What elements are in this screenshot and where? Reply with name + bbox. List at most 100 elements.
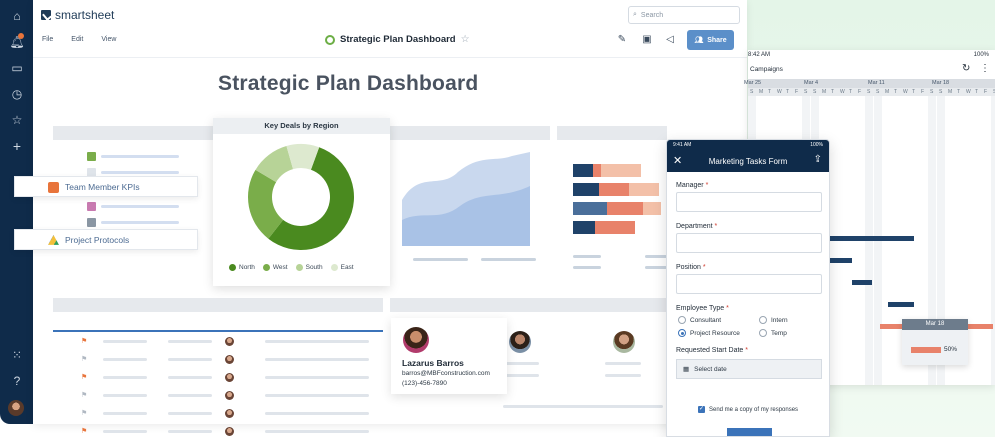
table-cell [333, 394, 369, 397]
department-field[interactable] [676, 233, 822, 253]
chart-legend: North West South East [229, 264, 354, 271]
row-avatar [225, 373, 234, 382]
month-label: Mar 11 [868, 80, 885, 86]
flag-icon[interactable]: ⚑ [81, 391, 87, 399]
close-icon[interactable]: ✕ [673, 154, 682, 167]
contact-email[interactable]: barros@MBFconstruction.com [402, 370, 490, 377]
row-avatar [225, 355, 234, 364]
present-icon[interactable]: ▣ [640, 33, 654, 47]
app-logo[interactable]: smartsheet [41, 8, 114, 22]
radio-circle [678, 316, 686, 324]
search-icon: ⌕ [633, 11, 637, 18]
copy-label: Send me a copy of my responses [709, 406, 799, 413]
flag-icon[interactable]: ⚑ [81, 373, 87, 381]
menu-view[interactable]: View [101, 36, 116, 43]
radio-consultant[interactable]: Consultant [678, 316, 721, 324]
smartsheet-logo-icon [41, 10, 51, 20]
table-cell [168, 340, 212, 343]
drive-icon [48, 235, 59, 245]
list-line [503, 362, 539, 365]
table-cell [265, 412, 309, 415]
gantt-bar[interactable] [888, 302, 914, 307]
table-cell [265, 376, 309, 379]
position-field[interactable] [676, 274, 822, 294]
table-cell [103, 358, 147, 361]
radio-temp[interactable]: Temp [759, 329, 787, 337]
clock-icon[interactable]: ◷ [9, 86, 25, 102]
day-label: S [750, 89, 754, 95]
share-button[interactable]: 👥︎ Share [687, 30, 734, 50]
plus-icon[interactable]: + [9, 138, 25, 154]
card-title: Key Deals by Region [213, 118, 390, 134]
refresh-icon[interactable]: ↻ [962, 63, 970, 74]
submit-button[interactable] [727, 428, 772, 436]
menu-edit[interactable]: Edit [71, 36, 83, 43]
manager-field[interactable] [676, 192, 822, 212]
more-icon[interactable]: ⋮ [980, 63, 990, 74]
table-header-underline [53, 330, 383, 332]
table-cell [103, 412, 147, 415]
radio-intern[interactable]: Intern [759, 316, 788, 324]
date-picker[interactable]: ▦ Select date [676, 359, 822, 379]
phone-battery: 100% [810, 142, 823, 148]
chip-project-protocols[interactable]: Project Protocols [14, 229, 198, 250]
radio-project-resource[interactable]: Project Resource [678, 329, 740, 337]
dashboard-window: smartsheet ⌕ Search File Edit View Strat… [33, 0, 747, 436]
month-label: Mar 25 [744, 80, 762, 86]
home-icon[interactable]: ⌂ [9, 8, 25, 24]
search-placeholder: Search [640, 11, 664, 19]
share-icon[interactable]: ⇪ [814, 154, 822, 165]
legend-line [573, 255, 601, 258]
megaphone-icon[interactable]: ◁ [663, 33, 677, 47]
search-input[interactable]: ⌕ Search [628, 6, 740, 24]
day-label: S [876, 89, 880, 95]
edit-pencil-icon[interactable]: ✎ [615, 33, 629, 47]
legend-label: South [305, 264, 323, 271]
table-cell [168, 394, 212, 397]
grid-icon[interactable]: ⁙ [9, 347, 25, 363]
table-cell [103, 376, 147, 379]
day-header: SMTWTFSSMTWTFSSMTWTFSSMTWTFS [748, 88, 995, 96]
legend-line [481, 258, 536, 261]
menu-file[interactable]: File [42, 36, 53, 43]
copy-checkbox[interactable]: ✓ Send me a copy of my responses [698, 406, 798, 413]
day-label: T [957, 89, 961, 95]
help-icon[interactable]: ? [9, 373, 25, 389]
folder-icon[interactable]: ▭ [9, 60, 25, 76]
checkbox-checked-icon: ✓ [698, 406, 705, 413]
list-line [605, 374, 641, 377]
day-label: S [930, 89, 934, 95]
day-label: W [840, 89, 845, 95]
table-cell [265, 358, 309, 361]
flag-icon[interactable]: ⚑ [81, 409, 87, 417]
person-avatar [613, 331, 635, 353]
gantt-bar[interactable] [830, 236, 914, 241]
flag-icon[interactable]: ⚑ [81, 427, 87, 435]
flag-icon[interactable]: ⚑ [81, 337, 87, 345]
star-icon[interactable]: ☆ [9, 112, 25, 128]
month-label: Mar 18 [932, 80, 950, 86]
chip-team-member-kpis[interactable]: Team Member KPIs [14, 176, 198, 197]
calendar-icon: ▦ [683, 366, 690, 373]
table-cell [333, 358, 369, 361]
table-cell [265, 394, 309, 397]
gantt-bar[interactable] [830, 258, 852, 263]
day-label: F [984, 89, 988, 95]
phone-status-bar: 9:41 AM 100% [667, 140, 829, 150]
legend-swatch [229, 264, 236, 271]
table-cell [333, 412, 369, 415]
table-cell [333, 376, 369, 379]
section-header [390, 298, 668, 312]
day-label: M [948, 89, 953, 95]
legend-line [645, 255, 667, 258]
form-nav-bar: ✕ Marketing Tasks Form ⇪ [667, 150, 829, 172]
row-avatar [225, 391, 234, 400]
day-label: T [849, 89, 853, 95]
favorite-star-icon[interactable]: ☆ [461, 34, 470, 45]
day-label: T [786, 89, 790, 95]
gantt-bar[interactable] [852, 280, 872, 285]
avatar[interactable] [8, 400, 24, 416]
month-header: Mar 25 Mar 4 Mar 11 Mar 18 [744, 79, 995, 88]
flag-icon[interactable]: ⚑ [81, 355, 87, 363]
battery-level: 100% [973, 52, 989, 58]
